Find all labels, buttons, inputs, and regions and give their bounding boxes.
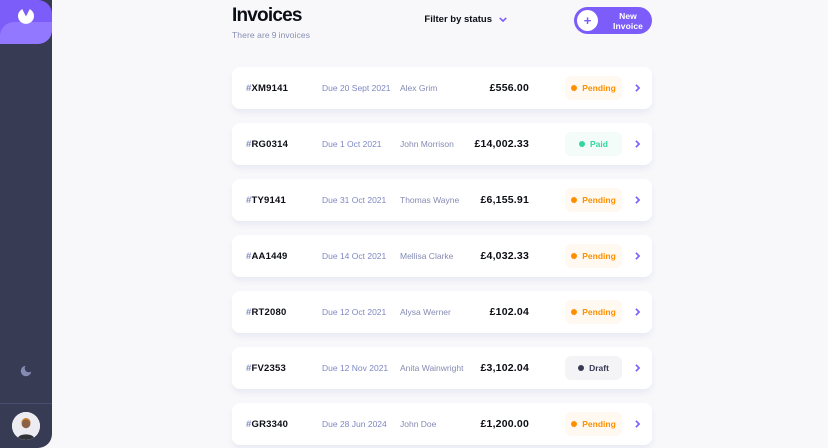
chevron-cell: [635, 308, 640, 316]
chevron-right-icon: [635, 196, 640, 204]
chevron-right-icon: [635, 420, 640, 428]
invoice-due-date: Due 14 Oct 2021: [322, 251, 387, 261]
status-label: Pending: [582, 419, 616, 429]
filter-label: Filter by status: [424, 14, 492, 25]
status-badge: Draft: [565, 356, 622, 380]
status-label: Pending: [582, 251, 616, 261]
invoice-id: #RG0314: [246, 139, 322, 150]
new-invoice-label: New Invoice: [613, 10, 643, 31]
invoice-due-date: Due 31 Oct 2021: [322, 195, 387, 205]
theme-toggle-button[interactable]: [15, 360, 37, 385]
invoice-due-date: Due 28 Jun 2024: [322, 419, 387, 429]
invoice-row[interactable]: #XM9141 Due 20 Sept 2021 Alex Grim £556.…: [232, 67, 652, 109]
invoice-due-date: Due 12 Oct 2021: [322, 307, 387, 317]
chevron-down-icon: [499, 17, 507, 22]
chevron-cell: [635, 84, 640, 92]
status-badge: Pending: [565, 188, 622, 212]
invoice-id-value: GR3340: [251, 418, 289, 430]
invoice-row[interactable]: #FV2353 Due 12 Nov 2021 Anita Wainwright…: [232, 347, 652, 389]
new-invoice-button[interactable]: + New Invoice: [574, 7, 652, 34]
status-label: Draft: [589, 363, 609, 373]
invoice-client-name: John Morrison: [400, 139, 454, 149]
plus-icon: +: [577, 10, 598, 31]
invoice-client-name: Thomas Wayne: [400, 195, 460, 205]
invoice-due-date: Due 12 Nov 2021: [322, 363, 389, 373]
status-label: Pending: [582, 195, 616, 205]
invoice-app-logo-icon: [18, 9, 34, 24]
invoice-row[interactable]: #RT2080 Due 12 Oct 2021 Alysa Werner £10…: [232, 291, 652, 333]
status-badge: Pending: [565, 300, 622, 324]
invoice-id: #GR3340: [246, 419, 322, 430]
invoice-id: #AA1449: [246, 251, 322, 262]
invoice-row[interactable]: #AA1449 Due 14 Oct 2021 Mellisa Clarke £…: [232, 235, 652, 277]
invoice-id: #RT2080: [246, 307, 322, 318]
chevron-right-icon: [635, 252, 640, 260]
avatar: [12, 412, 40, 440]
invoice-client-name: Mellisa Clarke: [400, 251, 454, 261]
invoice-due-date: Due 20 Sept 2021: [322, 83, 391, 93]
chevron-cell: [635, 196, 640, 204]
avatar-button[interactable]: [0, 404, 52, 448]
invoice-client-name: Alex Grim: [400, 83, 438, 93]
chevron-cell: [635, 420, 640, 428]
chevron-right-icon: [635, 140, 640, 148]
app-logo[interactable]: [0, 0, 52, 44]
subtitle-suffix: invoices: [278, 30, 311, 40]
invoice-amount: £6,155.91: [480, 194, 529, 206]
invoice-id: #FV2353: [246, 363, 322, 374]
invoice-count: 9: [271, 30, 277, 40]
invoice-row[interactable]: #TY9141 Due 31 Oct 2021 Thomas Wayne £6,…: [232, 179, 652, 221]
chevron-right-icon: [635, 364, 640, 372]
invoice-id-value: RG0314: [251, 138, 289, 150]
invoice-id-value: TY9141: [251, 194, 286, 206]
invoice-amount: £4,032.33: [480, 250, 529, 262]
status-badge: Pending: [565, 76, 622, 100]
status-dot-icon: [579, 141, 586, 147]
moon-icon: [20, 365, 32, 377]
status-dot-icon: [571, 197, 578, 203]
status-badge: Pending: [565, 412, 622, 436]
invoice-amount: £102.04: [489, 306, 529, 318]
main-content: Invoices There are 9 invoices Filter by st…: [52, 0, 828, 448]
chevron-cell: [635, 364, 640, 372]
status-dot-icon: [571, 309, 578, 315]
invoice-id-value: AA1449: [251, 250, 288, 262]
invoice-id: #TY9141: [246, 195, 322, 206]
status-dot-icon: [571, 85, 578, 91]
invoice-amount: £14,002.33: [474, 138, 529, 150]
avatar-image: [12, 412, 40, 440]
chevron-right-icon: [635, 84, 640, 92]
sidebar: [0, 0, 52, 448]
invoice-row[interactable]: #RG0314 Due 1 Oct 2021 John Morrison £14…: [232, 123, 652, 165]
page-header: Invoices There are 9 invoices Filter by st…: [232, 0, 652, 62]
invoice-amount: £3,102.04: [480, 362, 529, 374]
invoice-due-date: Due 1 Oct 2021: [322, 139, 382, 149]
status-dot-icon: [578, 365, 585, 371]
status-label: Pending: [582, 307, 616, 317]
invoice-client-name: Anita Wainwright: [400, 363, 464, 373]
invoice-row[interactable]: #GR3340 Due 28 Jun 2024 John Doe £1,200.…: [232, 403, 652, 445]
status-badge: Pending: [565, 244, 622, 268]
logo-background-shape: [0, 22, 52, 44]
invoice-id-value: FV2353: [251, 362, 286, 374]
invoice-client-name: John Doe: [400, 419, 437, 429]
chevron-cell: [635, 252, 640, 260]
invoice-list: #XM9141 Due 20 Sept 2021 Alex Grim £556.…: [232, 67, 652, 448]
status-badge: Paid: [565, 132, 622, 156]
status-dot-icon: [571, 421, 578, 427]
invoice-id-value: XM9141: [251, 82, 289, 94]
subtitle-prefix: There are: [232, 30, 270, 40]
invoice-amount: £556.00: [489, 82, 529, 94]
status-dot-icon: [571, 253, 578, 259]
invoice-id-value: RT2080: [251, 306, 287, 318]
chevron-cell: [635, 140, 640, 148]
status-label: Pending: [582, 83, 616, 93]
chevron-right-icon: [635, 308, 640, 316]
filter-by-status-dropdown[interactable]: Filter by status: [424, 14, 507, 25]
status-label: Paid: [590, 139, 608, 149]
invoice-id: #XM9141: [246, 83, 322, 94]
invoice-amount: £1,200.00: [480, 418, 529, 430]
invoice-client-name: Alysa Werner: [400, 307, 451, 317]
